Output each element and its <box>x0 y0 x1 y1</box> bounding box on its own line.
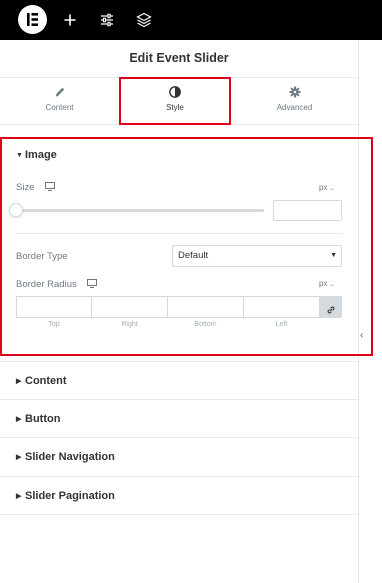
size-input[interactable] <box>273 200 342 221</box>
border-type-select[interactable]: Default ▼ <box>172 245 342 267</box>
highlight-box <box>119 77 231 125</box>
caret-right-icon: ▶ <box>16 416 22 423</box>
size-slider-handle[interactable] <box>9 203 23 217</box>
radius-top-input[interactable] <box>16 296 92 318</box>
chevron-down-icon: ⌄ <box>329 282 335 288</box>
top-toolbar <box>0 0 382 40</box>
tab-content[interactable]: Content <box>0 78 119 124</box>
plus-icon[interactable] <box>60 10 80 30</box>
select-value: Default <box>178 250 209 261</box>
border-radius-label-text: Border Radius <box>16 279 77 290</box>
layers-icon[interactable] <box>134 10 154 30</box>
radius-right-input[interactable] <box>91 296 168 318</box>
link-values-button[interactable] <box>319 296 342 318</box>
section-title: Image <box>25 149 57 161</box>
caret-down-icon: ▼ <box>330 252 337 259</box>
size-slider-track[interactable] <box>16 209 264 212</box>
border-radius-unit-select[interactable]: px ⌄ <box>319 279 335 288</box>
tab-advanced[interactable]: Advanced <box>231 78 358 124</box>
chevron-left-icon[interactable]: ‹ <box>360 330 363 341</box>
caret-right-icon: ▶ <box>16 493 22 500</box>
divider <box>0 399 358 400</box>
radius-left-label: Left <box>275 321 288 328</box>
link-icon <box>326 302 336 320</box>
section-slider-navigation-header[interactable]: ▶ Slider Navigation <box>16 451 115 463</box>
section-title: Slider Pagination <box>25 490 115 502</box>
section-title: Content <box>25 375 67 387</box>
radius-right-label: Right <box>121 321 138 328</box>
caret-right-icon: ▶ <box>16 454 22 461</box>
divider <box>0 437 358 438</box>
elementor-logo-icon[interactable] <box>18 5 47 34</box>
border-radius-label: Border Radius <box>16 279 98 291</box>
divider <box>0 476 358 477</box>
desktop-icon[interactable] <box>87 279 98 291</box>
divider <box>0 361 358 362</box>
caret-right-icon: ▶ <box>16 378 22 385</box>
gear-icon <box>288 85 302 99</box>
radius-top-label: Top <box>48 321 60 328</box>
tab-label: Content <box>45 103 74 112</box>
sliders-icon[interactable] <box>97 10 117 30</box>
unit-label: px <box>319 183 328 192</box>
section-title: Slider Navigation <box>25 451 115 463</box>
unit-label: px <box>319 279 328 288</box>
section-content-header[interactable]: ▶ Content <box>16 375 67 387</box>
radius-bottom-input[interactable] <box>167 296 244 318</box>
size-label-text: Size <box>16 182 35 193</box>
section-title: Button <box>25 413 61 425</box>
page-title: Edit Event Slider <box>129 51 229 65</box>
border-type-label: Border Type <box>16 251 68 262</box>
caret-down-icon: ▼ <box>16 152 23 159</box>
chevron-down-icon: ⌄ <box>329 186 335 192</box>
radius-left-input[interactable] <box>243 296 320 318</box>
section-image-header[interactable]: ▼ Image <box>16 149 57 161</box>
section-slider-pagination-header[interactable]: ▶ Slider Pagination <box>16 490 115 502</box>
section-button-header[interactable]: ▶ Button <box>16 413 60 425</box>
radius-bottom-label: Bottom <box>194 321 217 328</box>
divider <box>0 514 358 515</box>
divider <box>16 233 342 234</box>
size-label: Size <box>16 182 56 194</box>
size-unit-select[interactable]: px ⌄ <box>319 183 335 192</box>
tab-label: Advanced <box>276 103 313 112</box>
pencil-icon <box>53 85 67 99</box>
desktop-icon[interactable] <box>45 182 56 194</box>
